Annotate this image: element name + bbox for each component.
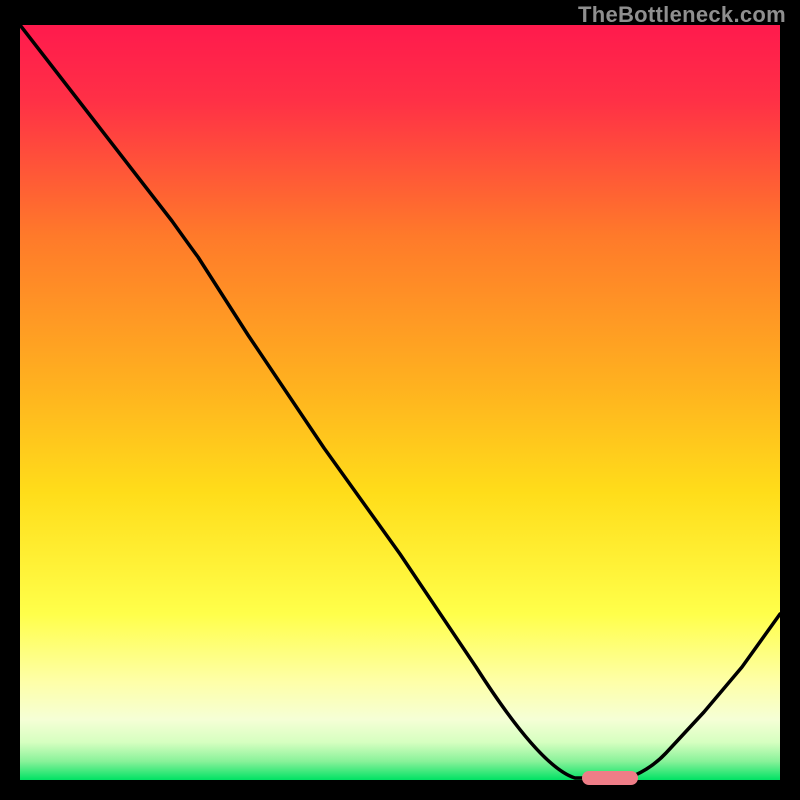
plot-area (20, 25, 780, 780)
curve-path (20, 25, 780, 778)
chart-container: TheBottleneck.com (0, 0, 800, 800)
bottleneck-curve (20, 25, 780, 780)
minimum-marker (582, 771, 638, 785)
watermark-text: TheBottleneck.com (578, 2, 786, 28)
